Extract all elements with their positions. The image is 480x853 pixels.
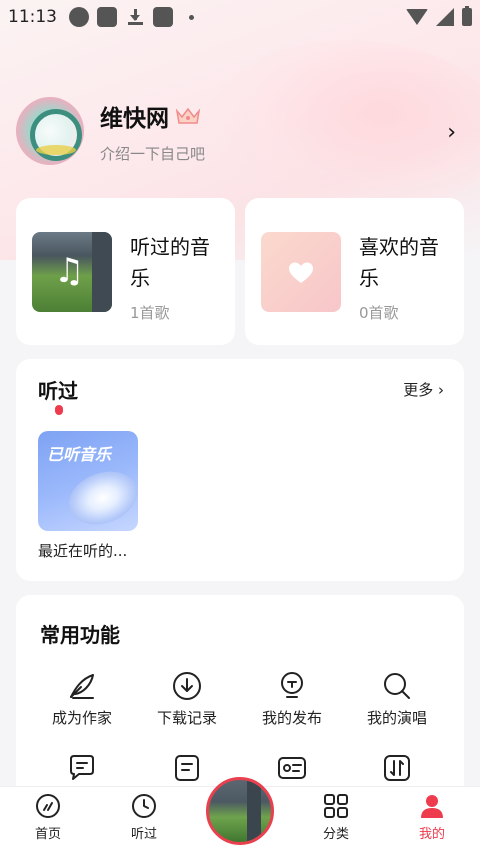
liked-music-card[interactable]: 喜欢的音乐 0首歌 bbox=[245, 198, 464, 345]
music-card-count: 1首歌 bbox=[130, 304, 170, 322]
search-icon bbox=[384, 673, 410, 699]
history-title: 听过 bbox=[38, 379, 78, 403]
download-records-button[interactable]: 下载记录 bbox=[137, 671, 237, 728]
crown-icon bbox=[175, 107, 201, 124]
app-notification-icon bbox=[97, 7, 117, 27]
music-note-icon: ♫ bbox=[54, 251, 85, 291]
more-link[interactable]: 更多 › bbox=[403, 379, 444, 400]
now-playing-disc[interactable] bbox=[206, 777, 274, 845]
nav-home[interactable]: 首页 bbox=[18, 793, 78, 842]
avatar[interactable] bbox=[16, 97, 84, 165]
username: 维快网 bbox=[100, 105, 169, 132]
clock-icon bbox=[132, 794, 156, 818]
music-card-title: 喜欢的音乐 bbox=[359, 235, 439, 290]
liked-music-cover bbox=[261, 232, 341, 312]
document-function-button[interactable] bbox=[137, 753, 237, 783]
download-status-icon bbox=[125, 7, 145, 27]
user-icon bbox=[421, 795, 443, 818]
sort-icon bbox=[384, 755, 410, 781]
app-notification-icon-2 bbox=[153, 7, 173, 27]
become-writer-button[interactable]: 成为作家 bbox=[32, 671, 132, 728]
download-icon bbox=[173, 672, 201, 700]
publish-icon bbox=[281, 672, 303, 698]
message-icon bbox=[70, 755, 94, 780]
indicator-dot bbox=[55, 405, 63, 415]
wifi-icon bbox=[406, 9, 428, 25]
sort-function-button[interactable] bbox=[347, 753, 447, 783]
status-time: 11:13 bbox=[8, 7, 57, 27]
notification-icon bbox=[69, 7, 89, 27]
history-item-label[interactable]: 最近在听的... bbox=[38, 540, 127, 561]
nav-category[interactable]: 分类 bbox=[306, 793, 366, 842]
nav-history[interactable]: 听过 bbox=[114, 793, 174, 842]
signal-icon bbox=[436, 8, 454, 26]
profile-bio: 介绍一下自己吧 bbox=[100, 144, 206, 163]
message-function-button[interactable] bbox=[32, 753, 132, 783]
disc-icon bbox=[61, 462, 138, 531]
music-card-count: 0首歌 bbox=[359, 304, 399, 322]
nav-mine[interactable]: 我的 bbox=[402, 793, 462, 842]
profile-header[interactable]: 维快网 介绍一下自己吧 › bbox=[16, 96, 464, 166]
listened-music-cover: ♫ bbox=[32, 232, 112, 312]
bottom-navigation: 首页 听过 分类 我的 bbox=[0, 777, 480, 853]
status-bar: 11:13 bbox=[0, 0, 480, 34]
more-notifications-icon bbox=[189, 14, 194, 20]
heart-icon bbox=[289, 262, 313, 283]
functions-title: 常用功能 bbox=[40, 623, 120, 647]
grid-icon bbox=[324, 794, 348, 818]
my-singing-button[interactable]: 我的演唱 bbox=[347, 671, 447, 728]
chevron-right-icon[interactable]: › bbox=[447, 120, 456, 145]
history-cover-text: 已听音乐 bbox=[47, 445, 112, 464]
history-item-cover[interactable]: 已听音乐 bbox=[38, 431, 138, 531]
my-publish-button[interactable]: 我的发布 bbox=[242, 671, 342, 728]
history-section: 听过 更多 › 已听音乐 最近在听的... bbox=[16, 359, 464, 581]
battery-icon bbox=[462, 6, 472, 26]
music-card-title: 听过的音乐 bbox=[130, 235, 210, 290]
listened-music-card[interactable]: ♫ 听过的音乐 1首歌 bbox=[16, 198, 235, 345]
id-card-icon bbox=[278, 757, 306, 779]
card-function-button[interactable] bbox=[242, 753, 342, 783]
feather-icon bbox=[70, 674, 94, 699]
document-icon bbox=[175, 755, 199, 781]
home-icon bbox=[36, 794, 60, 818]
